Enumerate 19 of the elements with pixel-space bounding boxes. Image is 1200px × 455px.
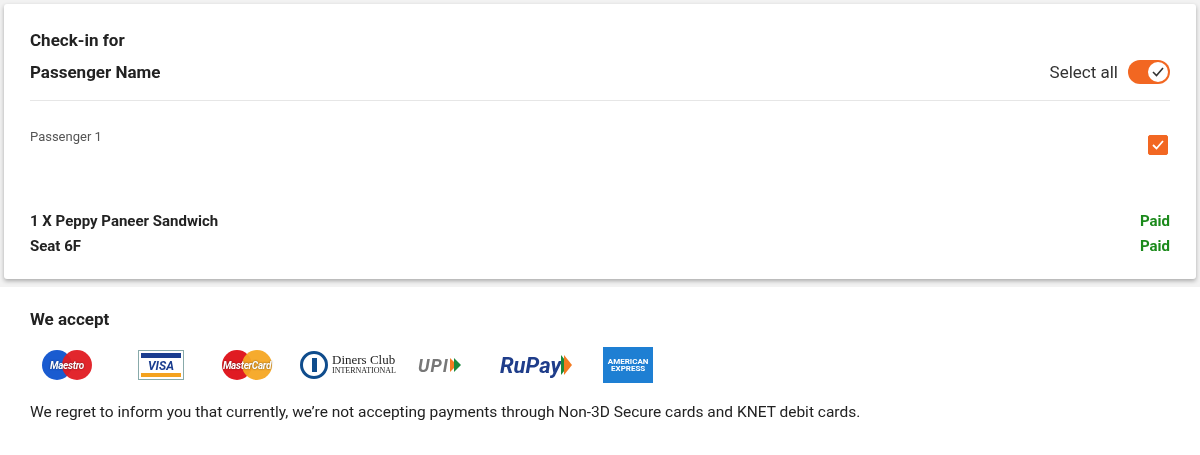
amex-logo: AMERICAN EXPRESS — [603, 347, 654, 383]
payment-status: Paid — [1139, 211, 1170, 232]
passenger-checkbox[interactable] — [1148, 135, 1168, 155]
item-name: Seat 6F — [30, 236, 81, 257]
section-title: We accept — [30, 309, 111, 329]
diners-club-logo: Diners Club INTERNATIONAL — [300, 351, 396, 379]
rupay-logo: RuPay — [499, 352, 574, 378]
passenger-label: Passenger 1 — [30, 129, 102, 144]
item-name: 1 X Peppy Paneer Sandwich — [30, 211, 219, 232]
check-icon — [1152, 140, 1164, 150]
select-all-toggle[interactable] — [1128, 60, 1170, 84]
upi-logo: UPI — [418, 354, 462, 376]
section-title: Check-in for — [30, 30, 126, 50]
visa-logo: VISA — [138, 350, 184, 380]
payment-notice: We regret to inform you that currently, we’re not accepting payments through Non-3D Secure cards and KNET debit cards. — [30, 403, 862, 421]
passenger-name-label: Passenger Name — [30, 62, 161, 82]
check-icon — [1152, 67, 1164, 77]
payment-status: Paid — [1139, 236, 1170, 257]
select-all-label: Select all — [1049, 62, 1118, 82]
